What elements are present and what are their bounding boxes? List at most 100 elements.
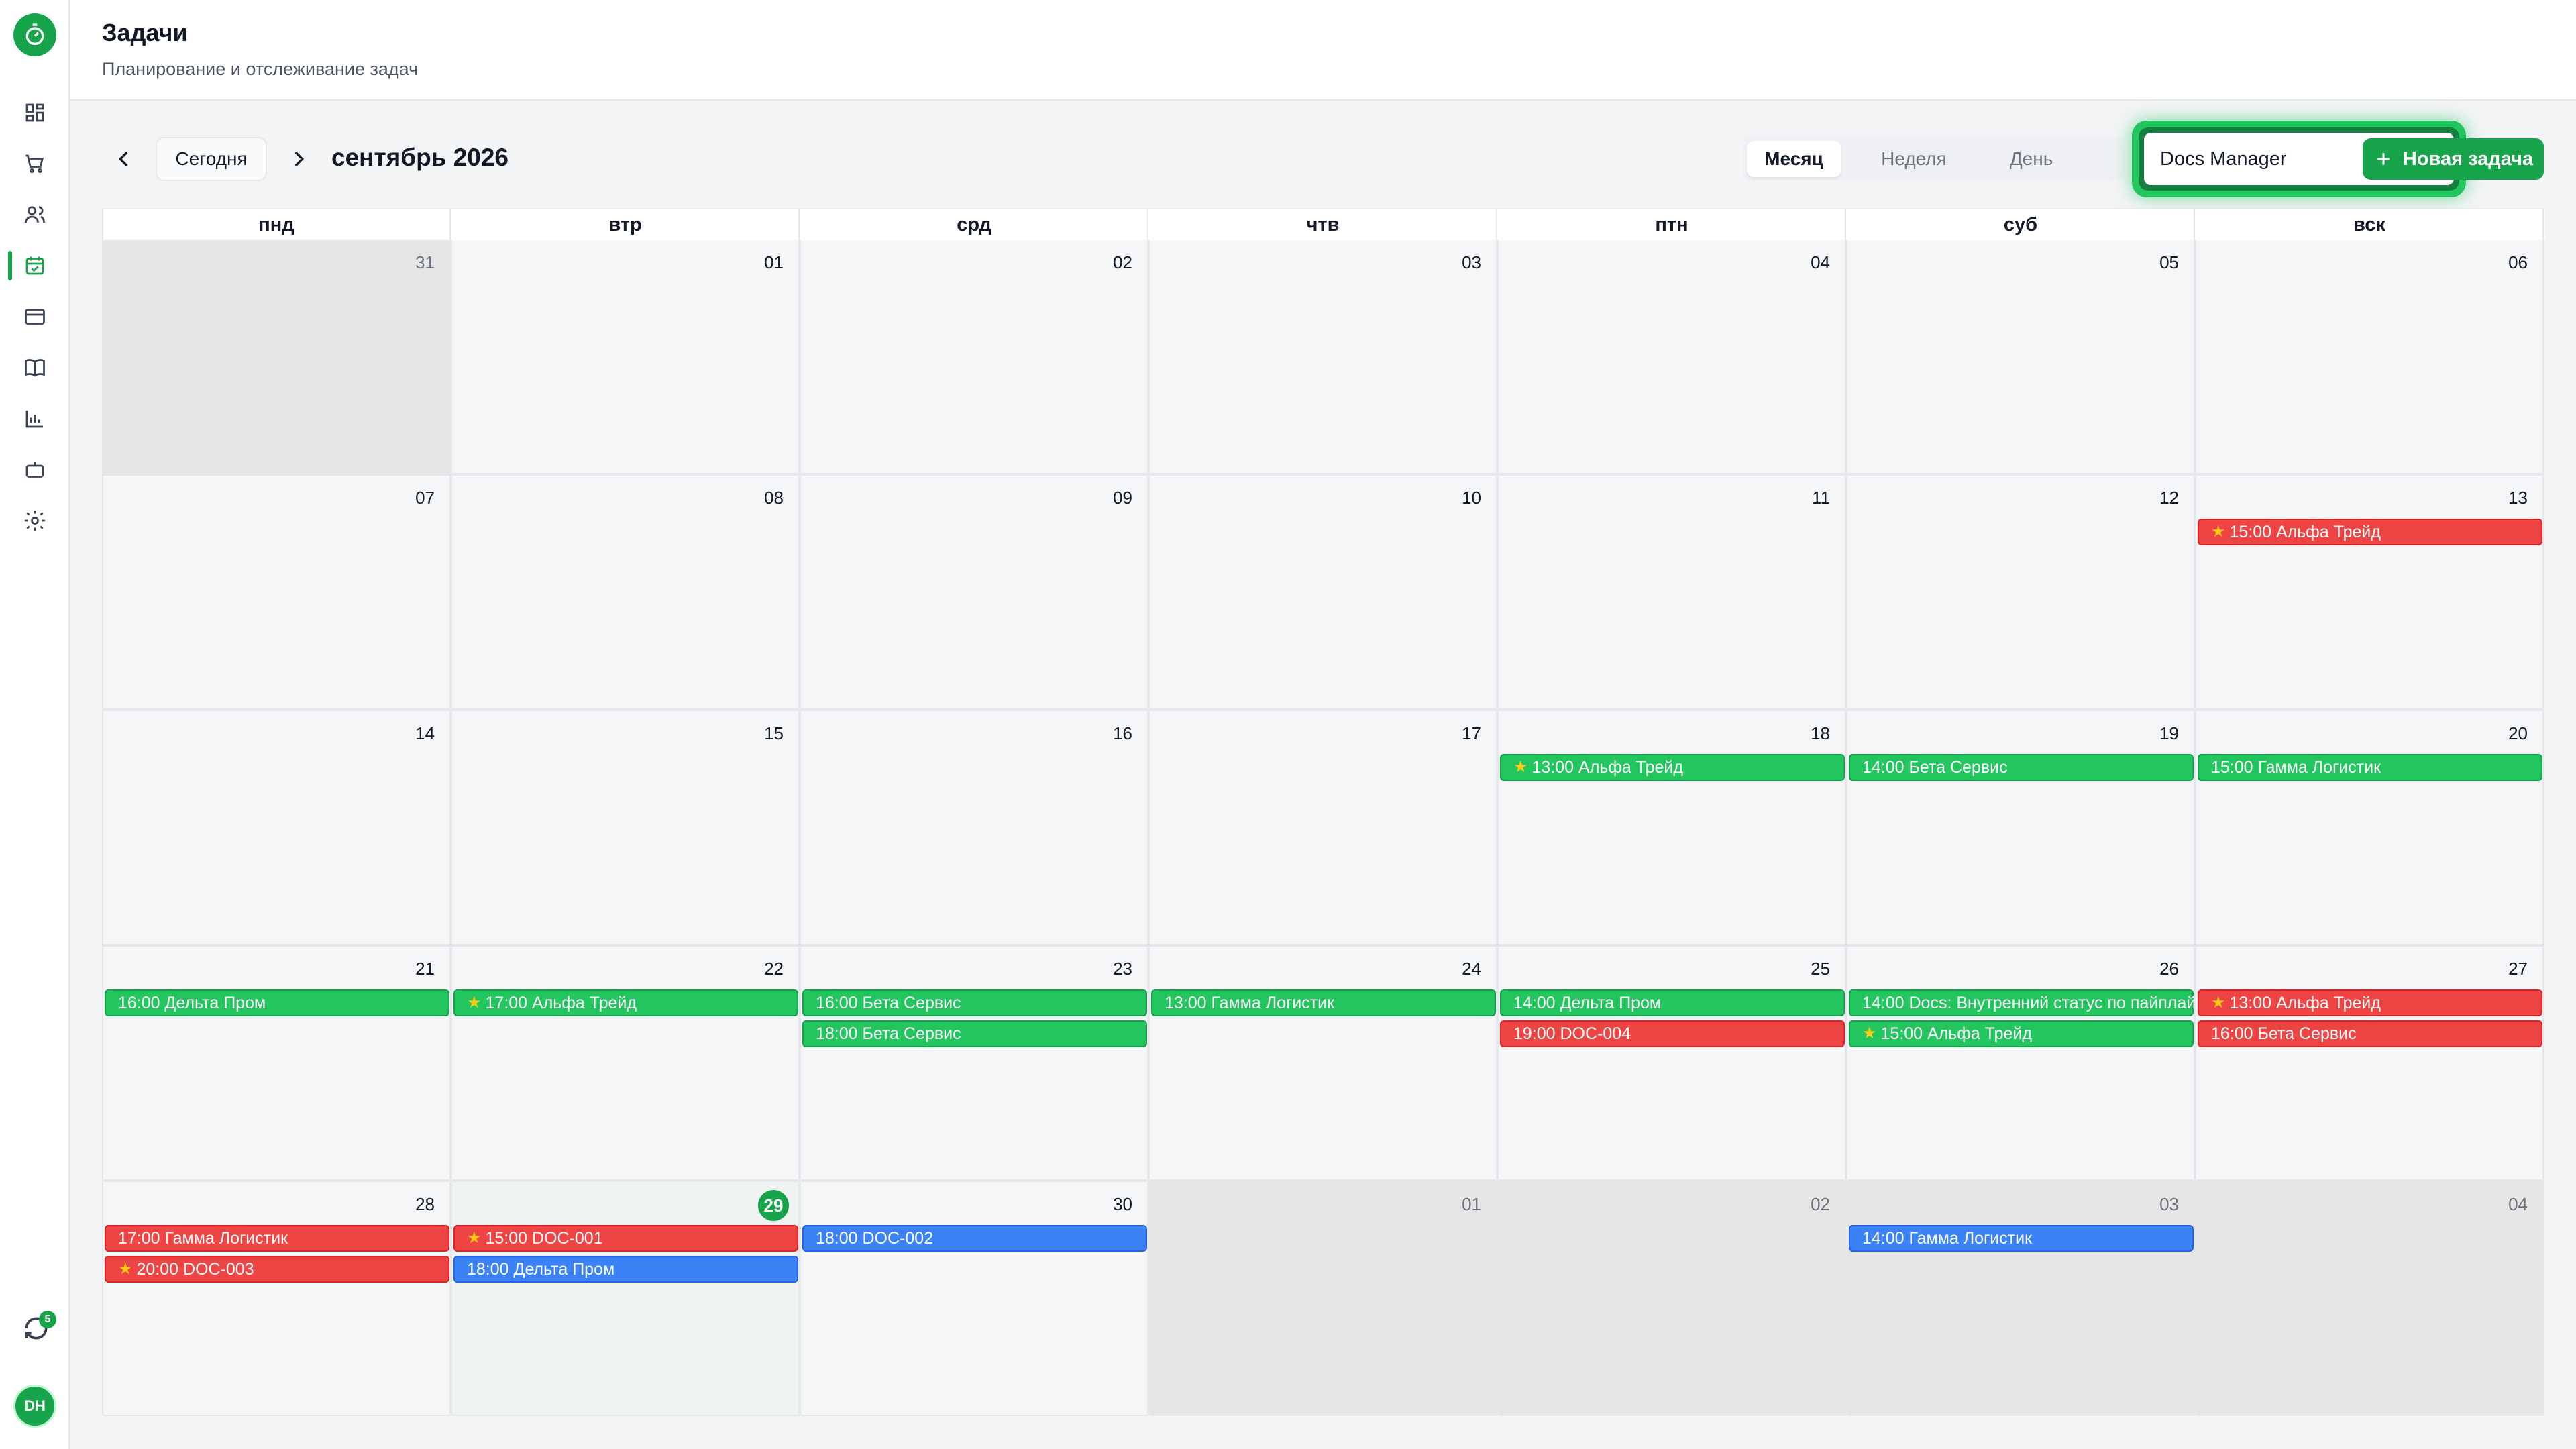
calendar-event[interactable]: 19:00 DOC-004: [1500, 1020, 1845, 1047]
day-cell[interactable]: 29 ★ 15:00 DOC-001 18:00 Дельта Пром: [452, 1182, 800, 1416]
calendar-event[interactable]: 14:00 Дельта Пром: [1500, 989, 1845, 1016]
day-number: 08: [764, 488, 784, 508]
calendar-event[interactable]: ★ 15:00 Альфа Трейд: [1849, 1020, 2194, 1047]
calendar-event[interactable]: ★ 13:00 Альфа Трейд: [1500, 754, 1845, 781]
day-number: 03: [2159, 1194, 2179, 1214]
day-cell[interactable]: 03: [1150, 240, 1497, 474]
day-cell[interactable]: 02: [801, 240, 1148, 474]
star-icon: ★: [1862, 1024, 1877, 1042]
day-cell[interactable]: 12: [1847, 476, 2195, 710]
day-cell[interactable]: 03 14:00 Гамма Логистик: [1847, 1182, 2195, 1416]
view-month-tab[interactable]: Месяц: [1747, 141, 1841, 177]
weekday-label: суб: [1847, 209, 2195, 240]
day-cell[interactable]: 16: [801, 711, 1148, 945]
calendar-event[interactable]: 14:00 Бета Сервис: [1849, 754, 2194, 781]
day-cell[interactable]: 07: [103, 476, 451, 710]
event-label: 13:00 Альфа Трейд: [1532, 758, 1683, 777]
day-cell[interactable]: 18 ★ 13:00 Альфа Трейд: [1499, 711, 1846, 945]
calendar-event[interactable]: 16:00 Бета Сервис: [802, 989, 1147, 1016]
day-number: 21: [415, 959, 435, 979]
star-icon: ★: [467, 1229, 482, 1247]
day-cell[interactable]: 23 16:00 Бета Сервис 18:00 Бета Сервис: [801, 947, 1148, 1181]
day-cell[interactable]: 20 15:00 Гамма Логистик: [2196, 711, 2544, 945]
day-cell[interactable]: 30 18:00 DOC-002: [801, 1182, 1148, 1416]
sync-badge: 5: [39, 1311, 56, 1328]
sidebar-item-chart[interactable]: [0, 398, 70, 439]
day-cell[interactable]: 01: [1150, 1182, 1497, 1416]
calendar-event[interactable]: 18:00 Бета Сервис: [802, 1020, 1147, 1047]
day-cell[interactable]: 05: [1847, 240, 2195, 474]
day-cell[interactable]: 13 ★ 15:00 Альфа Трейд: [2196, 476, 2544, 710]
day-cell[interactable]: 04: [1499, 240, 1846, 474]
day-cell[interactable]: 11: [1499, 476, 1846, 710]
calendar-event[interactable]: 18:00 DOC-002: [802, 1225, 1147, 1252]
day-cell[interactable]: 25 14:00 Дельта Пром 19:00 DOC-004: [1499, 947, 1846, 1181]
day-number: 13: [2508, 488, 2528, 508]
calendar-event[interactable]: ★ 15:00 Альфа Трейд: [2198, 519, 2542, 545]
app-logo-icon[interactable]: [13, 13, 56, 56]
page-header: Задачи Планирование и отслеживание задач: [70, 0, 2576, 101]
calendar-event[interactable]: 15:00 Гамма Логистик: [2198, 754, 2542, 781]
day-cell[interactable]: 24 13:00 Гамма Логистик: [1150, 947, 1497, 1181]
sidebar-item-calendar[interactable]: [0, 246, 70, 286]
calendar-event[interactable]: ★ 15:00 DOC-001: [453, 1225, 798, 1252]
day-cell[interactable]: 04: [2196, 1182, 2544, 1416]
day-number: 04: [2508, 1194, 2528, 1214]
day-cell[interactable]: 08: [452, 476, 800, 710]
book-icon: [25, 359, 45, 377]
calendar-event[interactable]: 17:00 Гамма Логистик: [105, 1225, 449, 1252]
day-number: 18: [1811, 723, 1830, 743]
sidebar-item-gear[interactable]: [0, 500, 70, 541]
calendar-toolbar: Сегодня сентябрь 2026 Месяц Неделя День …: [102, 121, 2544, 197]
day-cell[interactable]: 19 14:00 Бета Сервис: [1847, 711, 2195, 945]
day-number: 14: [415, 723, 435, 743]
day-cell[interactable]: 21 16:00 Дельта Пром: [103, 947, 451, 1181]
sidebar-item-dashboard[interactable]: [0, 93, 70, 133]
day-cell[interactable]: 15: [452, 711, 800, 945]
avatar[interactable]: DH: [13, 1385, 56, 1428]
prev-month-button[interactable]: [106, 141, 142, 177]
day-number: 31: [415, 252, 435, 272]
calendar-event[interactable]: ★ 17:00 Альфа Трейд: [453, 989, 798, 1016]
calendar-event[interactable]: 16:00 Дельта Пром: [105, 989, 449, 1016]
bot-icon: [25, 462, 44, 478]
day-cell[interactable]: 27 ★ 13:00 Альфа Трейд 16:00 Бета Сервис: [2196, 947, 2544, 1181]
sidebar-item-book[interactable]: [0, 347, 70, 388]
calendar-event[interactable]: 16:00 Бета Сервис: [2198, 1020, 2542, 1047]
sidebar-item-bot[interactable]: [0, 449, 70, 490]
calendar-event[interactable]: ★ 13:00 Альфа Трейд: [2198, 989, 2542, 1016]
event-label: 16:00 Бета Сервис: [2211, 1024, 2357, 1043]
day-number: 24: [1462, 959, 1481, 979]
day-cell[interactable]: 10: [1150, 476, 1497, 710]
view-week-tab[interactable]: Неделя: [1850, 141, 1978, 177]
day-cell[interactable]: 17: [1150, 711, 1497, 945]
day-cell[interactable]: 28 17:00 Гамма Логистик ★ 20:00 DOC-003: [103, 1182, 451, 1416]
sidebar-item-users[interactable]: [0, 195, 70, 235]
month-calendar: пнд втр срд чтв птн суб вск 31 01 02 03 04 05 06 07 08…: [102, 208, 2545, 1416]
day-cell[interactable]: 22 ★ 17:00 Альфа Трейд: [452, 947, 800, 1181]
day-number: 27: [2508, 959, 2528, 979]
chart-icon: [25, 411, 43, 428]
today-day-number: 29: [758, 1190, 789, 1221]
day-cell[interactable]: 01: [452, 240, 800, 474]
calendar-event[interactable]: ★ 20:00 DOC-003: [105, 1256, 449, 1283]
event-label: 18:00 Дельта Пром: [467, 1260, 615, 1279]
calendar-event[interactable]: 14:00 Docs: Внутренний статус по пайплай…: [1849, 989, 2194, 1016]
calendar-event[interactable]: 13:00 Гамма Логистик: [1151, 989, 1496, 1016]
today-button[interactable]: Сегодня: [156, 137, 267, 181]
day-cell[interactable]: 06: [2196, 240, 2544, 474]
day-cell[interactable]: 02: [1499, 1182, 1846, 1416]
day-cell[interactable]: 09: [801, 476, 1148, 710]
day-cell[interactable]: 26 14:00 Docs: Внутренний статус по пайпл…: [1847, 947, 2195, 1181]
page-subtitle: Планирование и отслеживание задач: [102, 59, 419, 79]
day-number: 25: [1811, 959, 1830, 979]
new-task-button[interactable]: Новая задача: [2363, 138, 2544, 180]
day-cell[interactable]: 14: [103, 711, 451, 945]
sidebar-item-cart[interactable]: [0, 144, 70, 184]
day-cell[interactable]: 31: [103, 240, 451, 474]
calendar-event[interactable]: 18:00 Дельта Пром: [453, 1256, 798, 1283]
view-day-tab[interactable]: День: [1984, 141, 2078, 177]
sidebar-item-card[interactable]: [0, 297, 70, 337]
next-month-button[interactable]: [280, 141, 317, 177]
calendar-event[interactable]: 14:00 Гамма Логистик: [1849, 1225, 2194, 1252]
